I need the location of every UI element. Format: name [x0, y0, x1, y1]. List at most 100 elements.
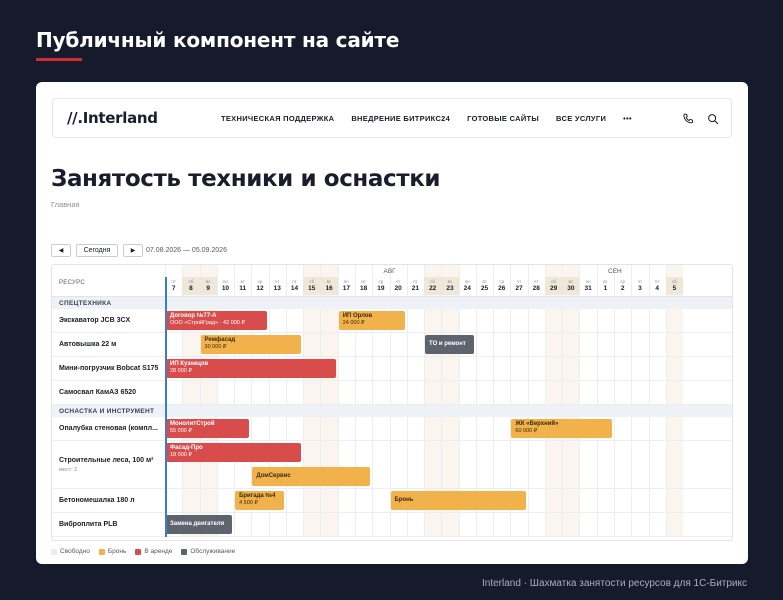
resource-name[interactable]: Самосвал КамАЗ 6520: [59, 389, 136, 396]
booking-rent[interactable]: МонолитСтрой 55 000 ₽: [166, 419, 250, 438]
day-number: 2: [620, 285, 625, 292]
day-header[interactable]: ср 26: [493, 277, 510, 295]
booking-serv[interactable]: Замена двигателя: [166, 515, 233, 534]
day-header[interactable]: вт 25: [476, 277, 493, 295]
booking-rent[interactable]: Фасад-Про 18 000 ₽: [166, 443, 302, 462]
booking-title: Договор №77-А: [170, 313, 217, 319]
resource-capacity: мест: 2: [59, 467, 78, 473]
day-weekday: вс: [205, 279, 211, 284]
day-header[interactable]: ср 2: [614, 277, 631, 295]
day-number: 27: [515, 285, 523, 292]
day-number: 19: [377, 285, 385, 292]
booking-book[interactable]: Бронь: [390, 491, 526, 510]
day-header[interactable]: сб 22: [424, 277, 442, 295]
day-weekday: вт: [240, 279, 245, 284]
day-number: 30: [567, 285, 575, 292]
next-button[interactable]: ▶: [123, 244, 143, 257]
row-divider: [52, 356, 732, 357]
day-header[interactable]: ср 19: [372, 277, 389, 295]
day-header[interactable]: чт 27: [510, 277, 527, 295]
day-weekday: ср: [378, 279, 384, 284]
day-weekday: чт: [516, 279, 522, 284]
day-number: 15: [308, 285, 316, 292]
day-header[interactable]: вс 23: [441, 277, 459, 295]
day-header[interactable]: чт 20: [390, 277, 407, 295]
day-header[interactable]: пн 24: [459, 277, 476, 295]
resource-name[interactable]: Мини-погрузчик Bobcat S175: [59, 365, 158, 372]
day-number: 20: [394, 285, 402, 292]
search-icon[interactable]: [706, 112, 720, 126]
page-heading: Публичный компонент на сайте: [36, 28, 400, 52]
booking-book[interactable]: ЖК «Верхний» 60 000 ₽: [511, 419, 612, 438]
day-header[interactable]: пн 10: [217, 277, 234, 295]
section-title: СПЕЦТЕХНИКА: [59, 300, 112, 307]
prev-button[interactable]: ◀: [51, 244, 71, 257]
booking-serv[interactable]: ТО и ремонт: [425, 335, 474, 354]
day-header[interactable]: вт 11: [234, 277, 251, 295]
day-header[interactable]: вт 18: [355, 277, 372, 295]
day-header[interactable]: вс 16: [320, 277, 338, 295]
day-weekday: сб: [309, 279, 315, 284]
booking-book[interactable]: ДомСервис: [252, 467, 371, 486]
day-number: 31: [584, 285, 592, 292]
nav-item-support[interactable]: ТЕХНИЧЕСКАЯ ПОДДЕРЖКА: [221, 114, 334, 123]
booking-title: Фасад-Про: [170, 445, 203, 451]
day-weekday: пт: [654, 279, 660, 284]
nav-item-all-services[interactable]: ВСЕ УСЛУГИ: [556, 114, 606, 123]
day-header[interactable]: сб 29: [544, 277, 563, 295]
resource-name[interactable]: Автовышка 22 м: [59, 341, 116, 348]
logo[interactable]: //.Interland: [67, 109, 158, 127]
day-number: 24: [463, 285, 471, 292]
resource-name[interactable]: Опалубка стеновая (компл...: [59, 425, 158, 432]
booking-title: ТО и ремонт: [429, 341, 466, 347]
nav-more-icon[interactable]: •••: [623, 114, 632, 123]
day-header[interactable]: чт 13: [269, 277, 286, 295]
day-header[interactable]: пн 17: [338, 277, 355, 295]
day-header[interactable]: вс 30: [562, 277, 580, 295]
resource-name[interactable]: Строительные леса, 100 м²: [59, 457, 154, 464]
today-button[interactable]: Сегодня: [76, 244, 118, 257]
booking-detail: 55 000 ₽: [170, 428, 192, 434]
day-header[interactable]: ср 12: [251, 277, 268, 295]
day-header[interactable]: пт 4: [649, 277, 666, 295]
day-header[interactable]: пт 14: [286, 277, 303, 295]
row-divider: [52, 440, 732, 441]
main-nav: ТЕХНИЧЕСКАЯ ПОДДЕРЖКА ВНЕДРЕНИЕ БИТРИКС2…: [221, 114, 632, 123]
nav-item-ready-sites[interactable]: ГОТОВЫЕ САЙТЫ: [467, 114, 539, 123]
day-number: 21: [411, 285, 420, 292]
day-number: 11: [239, 285, 247, 292]
booking-book[interactable]: Ремфасад 30 000 ₽: [200, 335, 302, 354]
resource-name[interactable]: Бетономешалка 180 л: [59, 497, 135, 504]
day-number: 1: [603, 285, 608, 292]
booking-rent[interactable]: ИП Кузнецов 28 000 ₽: [166, 359, 336, 378]
day-header[interactable]: сб 15: [303, 277, 321, 295]
resource-name[interactable]: Экскаватор JCB 3CX: [59, 317, 130, 324]
day-header[interactable]: пт 21: [407, 277, 424, 295]
day-weekday: пн: [343, 279, 349, 284]
nav-item-bitrix24[interactable]: ВНЕДРЕНИЕ БИТРИКС24: [351, 114, 450, 123]
day-header[interactable]: пт 28: [528, 277, 545, 295]
day-header[interactable]: сб 5: [665, 277, 684, 295]
day-number: 10: [221, 285, 230, 292]
breadcrumb[interactable]: Главная: [51, 200, 80, 209]
phone-icon[interactable]: [681, 112, 695, 126]
month-label: АВГ: [383, 268, 396, 275]
day-number: 3: [638, 285, 642, 292]
resource-name[interactable]: Виброплита PLB: [59, 521, 117, 528]
day-header[interactable]: пн 31: [579, 277, 596, 295]
day-weekday: ср: [499, 279, 505, 284]
day-header[interactable]: сб 8: [182, 277, 200, 295]
day-number: 4: [655, 285, 659, 292]
legend-swatch: [98, 548, 105, 555]
booking-rent[interactable]: Договор №77-А ООО «СтройГрад» · 42 000 ₽: [166, 311, 267, 330]
day-header[interactable]: вс 9: [199, 277, 217, 295]
day-header[interactable]: чт 3: [631, 277, 648, 295]
booking-title: ИП Кузнецов: [170, 361, 209, 367]
booking-book[interactable]: Бригада №4 4 500 ₽: [235, 491, 284, 510]
day-weekday: вт: [603, 279, 608, 284]
booking-book[interactable]: ИП Орлов 24 000 ₽: [338, 311, 405, 330]
day-header[interactable]: вт 1: [597, 277, 614, 295]
day-header[interactable]: пт 7: [165, 277, 182, 295]
legend: Свободно Бронь В аренде Обслуживание: [51, 548, 235, 555]
day-number: 13: [273, 285, 281, 292]
